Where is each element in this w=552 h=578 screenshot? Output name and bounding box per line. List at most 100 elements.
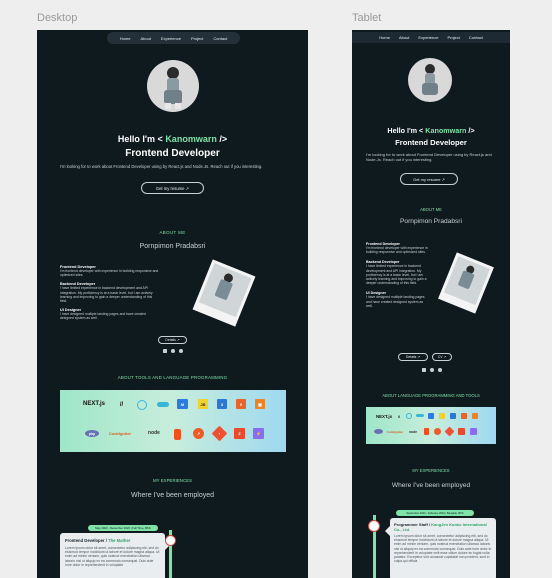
polaroid-photo <box>438 252 494 314</box>
profile-avatar <box>408 58 452 102</box>
postman-icon <box>434 428 441 435</box>
nodejs-icon: node <box>148 430 160 436</box>
javascript-icon: JS <box>198 399 208 409</box>
react-icon <box>137 400 147 410</box>
nav-experience[interactable]: Experience <box>418 35 438 40</box>
nav-project[interactable]: Project <box>191 36 203 41</box>
skill-text: I have limited experience in backend dev… <box>60 286 153 304</box>
profile-avatar <box>147 60 199 112</box>
github-icon[interactable] <box>430 368 434 372</box>
mail-icon[interactable] <box>422 368 426 372</box>
about-heading: ABOUT ME <box>420 207 442 212</box>
about-name: Pornpimon Pradabsri <box>400 218 462 225</box>
mui-icon <box>428 413 434 419</box>
social-links <box>420 368 444 373</box>
nav-contact[interactable]: Contact <box>213 36 227 41</box>
tools-heading: ABOUT TOOLS AND LANGUAGE PROGRAMMING <box>117 375 228 380</box>
skill-text: I have designed multiple landing pages a… <box>366 295 425 308</box>
stack-icon <box>472 413 478 419</box>
experience-date-badge: September 2023 - February 2024 | Bangkok… <box>396 510 474 516</box>
experience-heading: MY EXPERIENCES <box>153 478 192 483</box>
facebook-icon[interactable] <box>438 368 442 372</box>
skills-list: Frontend Developer I'm frontend develope… <box>60 265 160 321</box>
experience-card: Programmer Staff / KangJen Konko Interna… <box>390 518 496 578</box>
nav-experience[interactable]: Experience <box>161 36 181 41</box>
desktop-navbar: Home About Experience Project Contact <box>107 32 240 44</box>
vite-icon <box>470 428 477 435</box>
hero-role: Frontend Developer <box>125 148 220 159</box>
css-icon <box>450 413 456 419</box>
nextjs-logo-icon: NEXT.js <box>82 401 105 407</box>
experience-description: Lorem ipsum dolor sit amet, consectetur … <box>394 534 492 564</box>
tailwind-icon <box>157 402 169 407</box>
experience-title: Where I've been employed <box>391 482 471 489</box>
polaroid-photo <box>192 259 256 327</box>
mail-icon[interactable] <box>163 349 167 353</box>
hero-greeting: Hello I'm < Kanomwarn /> <box>387 126 475 135</box>
experience-date-badge: May 2023 - December 2023 | Full Time, BK… <box>88 525 158 531</box>
nav-contact[interactable]: Contact <box>469 35 483 40</box>
tablet-navbar: Home About Experience Project Contact <box>352 32 510 43</box>
hero-greeting: Hello I'm < Kanomwarn /> <box>117 134 228 144</box>
php-icon: php <box>85 430 99 437</box>
details-button[interactable]: Details ↗ <box>158 336 187 344</box>
vite-icon: ⚡ <box>253 428 264 439</box>
profile-photo <box>422 64 438 95</box>
zustand-icon: Z <box>234 428 245 439</box>
social-links <box>163 349 183 354</box>
experience-title: Where I've been employed <box>130 492 215 499</box>
details-button[interactable]: Details ↗ <box>398 353 428 361</box>
hero-role: Frontend Developer <box>395 138 467 147</box>
mui-icon: M <box>177 399 188 409</box>
nav-about[interactable]: About <box>399 35 409 40</box>
about-name: Pornpimon Pradabsri <box>139 243 206 250</box>
get-resume-button[interactable]: Get my resume ↗ <box>141 182 204 194</box>
experience-role: Programmer Staff / KangJen Konko Interna… <box>394 522 487 532</box>
nav-home[interactable]: Home <box>379 35 390 40</box>
stack-icon: ▦ <box>255 399 265 409</box>
html-icon <box>461 413 467 419</box>
skill-text: I'm frontend developer with experience i… <box>60 269 159 278</box>
skill-text: I have designed multiple landing pages a… <box>60 312 146 321</box>
react-icon <box>406 413 412 419</box>
tablet-frame: Home About Experience Project Contact He… <box>352 30 510 578</box>
codeigniter-icon: CodeIgniter <box>108 430 132 436</box>
skill-text: I'm frontend developer with experience i… <box>366 246 428 255</box>
hero-name: Kanomwarn <box>165 134 217 144</box>
profile-photo <box>164 67 182 109</box>
skill-text: I have limited experience in backend dev… <box>366 264 427 286</box>
nextjs-logo-icon: NEXT.js <box>375 414 393 419</box>
skills-list: Frontend Developer I'm frontend develope… <box>366 242 428 308</box>
experience-card: Frontend Developer / The Mather Lorem ip… <box>60 533 165 578</box>
desktop-frame-label: Desktop <box>37 12 78 24</box>
hero-intro: I'm looking for to work about Frontend D… <box>60 164 263 169</box>
experience-role: Frontend Developer / The Mather <box>65 538 131 543</box>
tablet-frame-label: Tablet <box>352 12 382 24</box>
vercel-slash-icon: // <box>397 413 401 419</box>
tailwind-icon <box>416 414 424 417</box>
experience-description: Lorem ipsum dolor sit amet, consectetur … <box>65 546 160 567</box>
cv-button[interactable]: CV ↗ <box>432 353 452 361</box>
desktop-frame: Home About Experience Project Contact He… <box>37 30 308 578</box>
git-icon <box>444 426 455 437</box>
hero-intro: I'm looking for to work about Frontend D… <box>366 152 492 162</box>
tools-banner: NEXT.js // M JS 3 5 ▦ php CodeIgniter no… <box>60 390 286 452</box>
company-logo-icon <box>165 535 176 546</box>
tools-heading: ABOUT LANGUAGE PROGRAMMING AND TOOLS <box>382 393 480 398</box>
git-icon: • <box>211 425 228 442</box>
figma-icon <box>424 428 429 435</box>
experience-heading: MY EXPERIENCES <box>412 468 450 473</box>
facebook-icon[interactable] <box>179 349 183 353</box>
nav-project[interactable]: Project <box>447 35 459 40</box>
postman-icon: ↗ <box>193 428 204 439</box>
github-icon[interactable] <box>171 349 175 353</box>
codeigniter-icon: CodeIgniter <box>386 429 404 434</box>
javascript-icon <box>439 413 445 419</box>
css-icon: 3 <box>217 399 227 409</box>
about-heading: ABOUT ME <box>159 230 186 235</box>
nav-about[interactable]: About <box>140 36 150 41</box>
company-logo-icon <box>368 520 380 532</box>
nav-home[interactable]: Home <box>120 36 131 41</box>
php-icon <box>374 429 383 434</box>
get-resume-button[interactable]: Get my resume ↗ <box>400 173 458 185</box>
